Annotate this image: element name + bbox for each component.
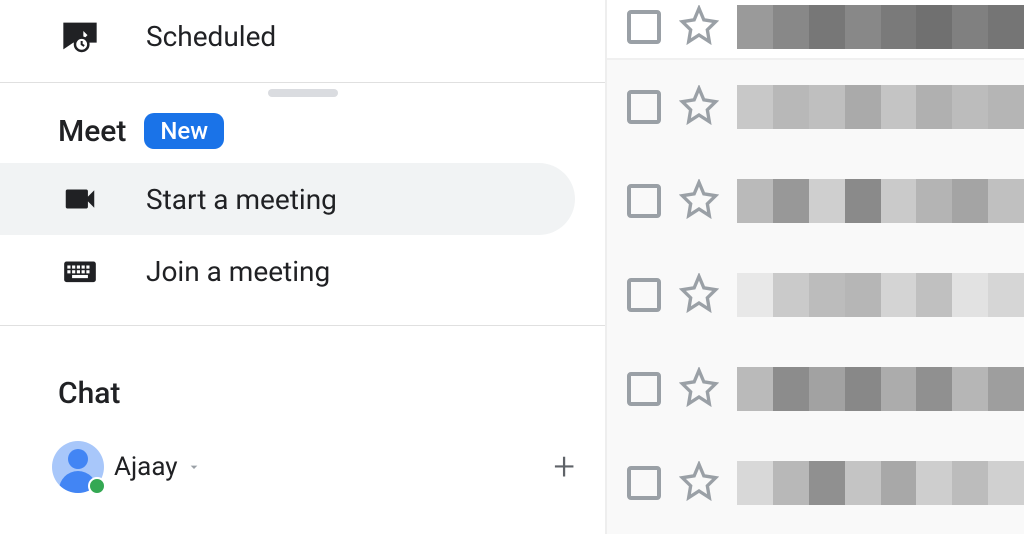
divider [0,82,605,83]
email-row[interactable] [607,248,1024,342]
presence-indicator [88,477,106,495]
star-icon[interactable] [679,273,719,317]
sidebar-item-label: Start a meeting [146,183,337,216]
keyboard-icon [58,249,102,293]
sidebar-item-label: Scheduled [146,20,276,53]
sidebar-item-join-meeting[interactable]: Join a meeting [0,235,605,307]
redacted-sender [737,461,1024,505]
chevron-down-icon[interactable] [186,452,202,482]
email-row[interactable] [607,60,1024,154]
star-icon[interactable] [679,367,719,411]
email-row[interactable] [607,436,1024,530]
drag-handle[interactable] [268,89,338,97]
email-list [605,0,1024,534]
checkbox[interactable] [627,90,661,124]
redacted-sender [737,85,1024,129]
redacted-sender [737,179,1024,223]
scheduled-icon [58,14,102,58]
checkbox[interactable] [627,10,661,44]
chat-user-row[interactable]: Ajaay + [0,425,605,493]
checkbox[interactable] [627,278,661,312]
star-icon[interactable] [679,461,719,505]
redacted-sender [737,367,1024,411]
divider [0,325,605,326]
video-camera-icon [58,177,102,221]
chat-user-name: Ajaay [114,452,178,482]
email-row[interactable] [607,342,1024,436]
avatar [52,441,104,493]
checkbox[interactable] [627,184,661,218]
star-icon[interactable] [679,179,719,223]
meet-header: Meet New [0,107,605,163]
sidebar-item-start-meeting[interactable]: Start a meeting [0,163,575,235]
new-badge: New [144,113,224,149]
email-row[interactable] [607,154,1024,248]
checkbox[interactable] [627,372,661,406]
sidebar-item-scheduled[interactable]: Scheduled [0,0,605,72]
sidebar-item-label: Join a meeting [146,255,330,288]
add-chat-button[interactable]: + [554,445,575,489]
star-icon[interactable] [679,5,719,49]
chat-header: Chat [0,370,605,425]
redacted-sender [737,5,1024,49]
checkbox[interactable] [627,466,661,500]
email-row[interactable] [607,0,1024,60]
redacted-sender [737,273,1024,317]
star-icon[interactable] [679,85,719,129]
